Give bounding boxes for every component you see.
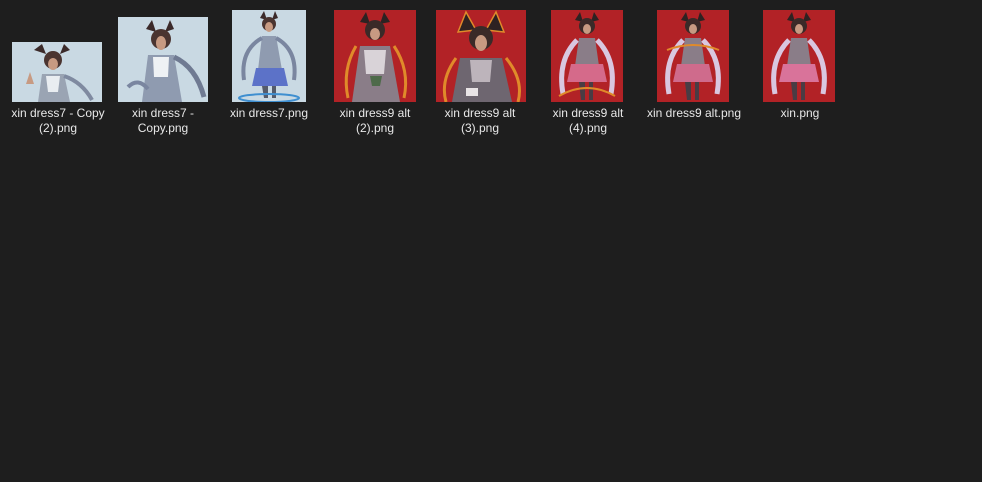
file-name: xin dress7.png — [217, 106, 321, 121]
file-item[interactable]: xin dress7 - Copy.png — [115, 0, 211, 150]
file-name: xin dress9 alt (3).png — [428, 106, 532, 136]
file-item[interactable]: xin dress9 alt (2).png — [327, 0, 423, 150]
image-thumbnail[interactable] — [118, 17, 208, 102]
file-name-line: xin dress7 - Copy — [11, 106, 105, 120]
image-thumbnail[interactable] — [657, 10, 729, 102]
file-name: xin dress9 alt (4).png — [536, 106, 640, 136]
file-item[interactable]: xin.png — [752, 0, 848, 150]
file-name-line: xin dress7 - — [131, 106, 195, 120]
file-item[interactable]: xin dress9 alt (4).png — [540, 0, 636, 150]
file-name-line: Copy.png — [137, 121, 189, 135]
file-name-line: (3).png — [460, 121, 500, 135]
file-name: xin dress9 alt.png — [642, 106, 746, 121]
file-name: xin dress9 alt (2).png — [323, 106, 427, 136]
file-item[interactable]: xin dress9 alt.png — [646, 0, 742, 150]
file-name-line: xin dress9 alt.png — [646, 106, 742, 120]
file-name-line: (2).png — [38, 121, 78, 135]
file-name-line: xin dress9 alt — [444, 106, 516, 120]
file-item[interactable]: xin dress7.png — [221, 0, 317, 150]
file-name-line: (2).png — [355, 121, 395, 135]
image-thumbnail[interactable] — [763, 10, 835, 102]
image-thumbnail[interactable] — [334, 10, 416, 102]
file-name-line: xin.png — [780, 106, 820, 120]
file-name: xin dress7 - Copy.png — [111, 106, 215, 136]
file-name-line: xin dress7.png — [229, 106, 309, 120]
file-name-line: (4).png — [568, 121, 608, 135]
file-explorer-view: xin dress7 - Copy (2).png xin dress7 - C… — [0, 0, 982, 482]
file-item[interactable]: xin dress9 alt (3).png — [432, 0, 528, 150]
file-item[interactable]: xin dress7 - Copy (2).png — [10, 0, 106, 150]
file-name-line: xin dress9 alt — [552, 106, 624, 120]
file-name-line: xin dress9 alt — [339, 106, 411, 120]
image-thumbnail[interactable] — [436, 10, 526, 102]
image-thumbnail[interactable] — [12, 42, 102, 102]
image-thumbnail[interactable] — [551, 10, 623, 102]
file-name: xin dress7 - Copy (2).png — [6, 106, 110, 136]
file-name: xin.png — [748, 106, 852, 121]
image-thumbnail[interactable] — [232, 10, 306, 102]
